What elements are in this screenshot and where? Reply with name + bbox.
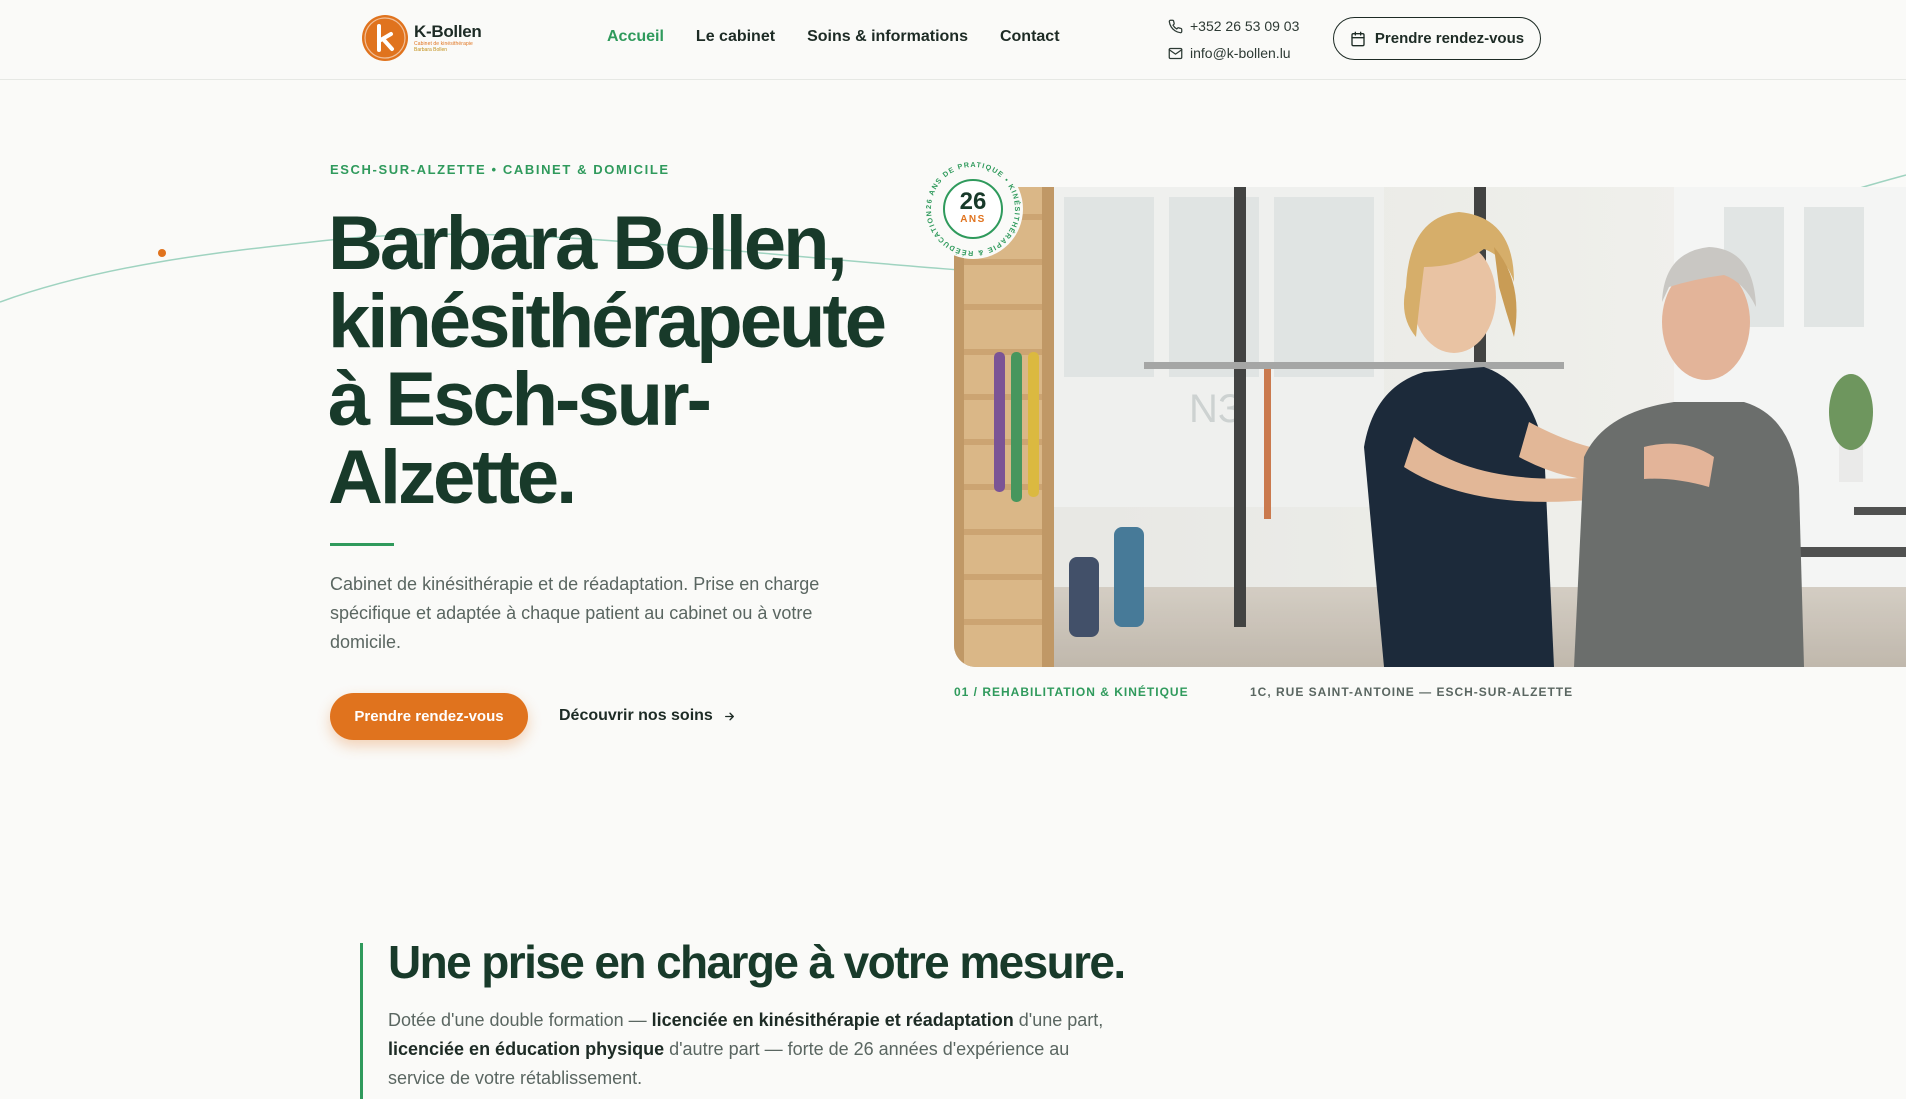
hero-title-line: à Esch-sur-	[328, 357, 712, 442]
nav-item-cabinet[interactable]: Le cabinet	[696, 28, 775, 46]
logo-k-icon	[362, 15, 408, 61]
hero-appointment-button[interactable]: Prendre rendez-vous	[330, 693, 528, 740]
phone-icon	[1168, 19, 1183, 33]
photo-caption-address: 1C, RUE SAINT-ANTOINE — ESCH-SUR-ALZETTE	[1250, 685, 1574, 699]
section-text-highlight: licenciée en éducation physique	[388, 1039, 665, 1059]
logo[interactable]: K-Bollen Cabinet de kinésithérapie Barba…	[362, 15, 482, 61]
photo-caption-service: 01 / REHABILITATION & KINÉTIQUE	[954, 685, 1189, 699]
arrow-right-icon	[724, 712, 734, 720]
section-text-part: Dotée d'une double formation —	[388, 1010, 652, 1030]
header-appointment-label: Prendre rendez-vous	[1374, 30, 1525, 47]
discover-services-link[interactable]: Découvrir nos soins	[559, 707, 736, 725]
section-text: Dotée d'une double formation — licenciée…	[388, 1006, 1108, 1093]
hero-title-line: Barbara Bollen,	[328, 201, 848, 286]
logo-name: K-Bollen	[414, 22, 482, 41]
mail-icon	[1168, 47, 1183, 59]
email-link[interactable]: info@k-bollen.lu	[1168, 42, 1299, 64]
main-nav: Accueil Le cabinet Soins & informations …	[607, 28, 1060, 46]
nav-item-soins[interactable]: Soins & informations	[807, 28, 968, 46]
section-title: Une prise en charge à votre mesure.	[388, 936, 1126, 988]
title-divider	[330, 543, 394, 546]
hero-photo: NЗ	[954, 187, 1906, 667]
header-appointment-button[interactable]: Prendre rendez-vous	[1333, 17, 1541, 60]
section-text-highlight: licenciée en kinésithérapie et réadaptat…	[651, 1010, 1014, 1030]
logo-tagline-2: Barbara Bollen	[414, 47, 448, 53]
site-header: K-Bollen Cabinet de kinésithérapie Barba…	[0, 0, 1906, 80]
discover-services-label: Découvrir nos soins	[559, 707, 713, 724]
hero-title-line: kinésithérapeute	[328, 279, 887, 364]
calendar-icon	[1351, 31, 1365, 46]
experience-badge: 26 ANS DE PRATIQUE • KINÉSITHÉRAPIE & RÉ…	[920, 156, 1026, 262]
section-accent-bar	[360, 943, 363, 1099]
badge-number: 26	[959, 188, 987, 215]
hero-title-line: Alzette.	[328, 435, 577, 520]
phone-link[interactable]: +352 26 53 09 03	[1168, 15, 1299, 37]
header-contact: +352 26 53 09 03 info@k-bollen.lu	[1168, 15, 1299, 69]
nav-item-contact[interactable]: Contact	[1000, 28, 1060, 46]
nav-item-accueil[interactable]: Accueil	[607, 28, 664, 46]
hero-description: Cabinet de kinésithérapie et de réadapta…	[330, 574, 820, 652]
email-address: info@k-bollen.lu	[1190, 45, 1291, 61]
hero-eyebrow: ESCH-SUR-ALZETTE • CABINET & DOMICILE	[330, 162, 670, 177]
hero-title: Barbara Bollen, kinésithérapeute à Esch-…	[328, 205, 928, 517]
section-text-part: d'une part,	[1013, 1010, 1104, 1030]
badge-unit: ANS	[960, 214, 986, 225]
phone-number: +352 26 53 09 03	[1190, 18, 1300, 34]
